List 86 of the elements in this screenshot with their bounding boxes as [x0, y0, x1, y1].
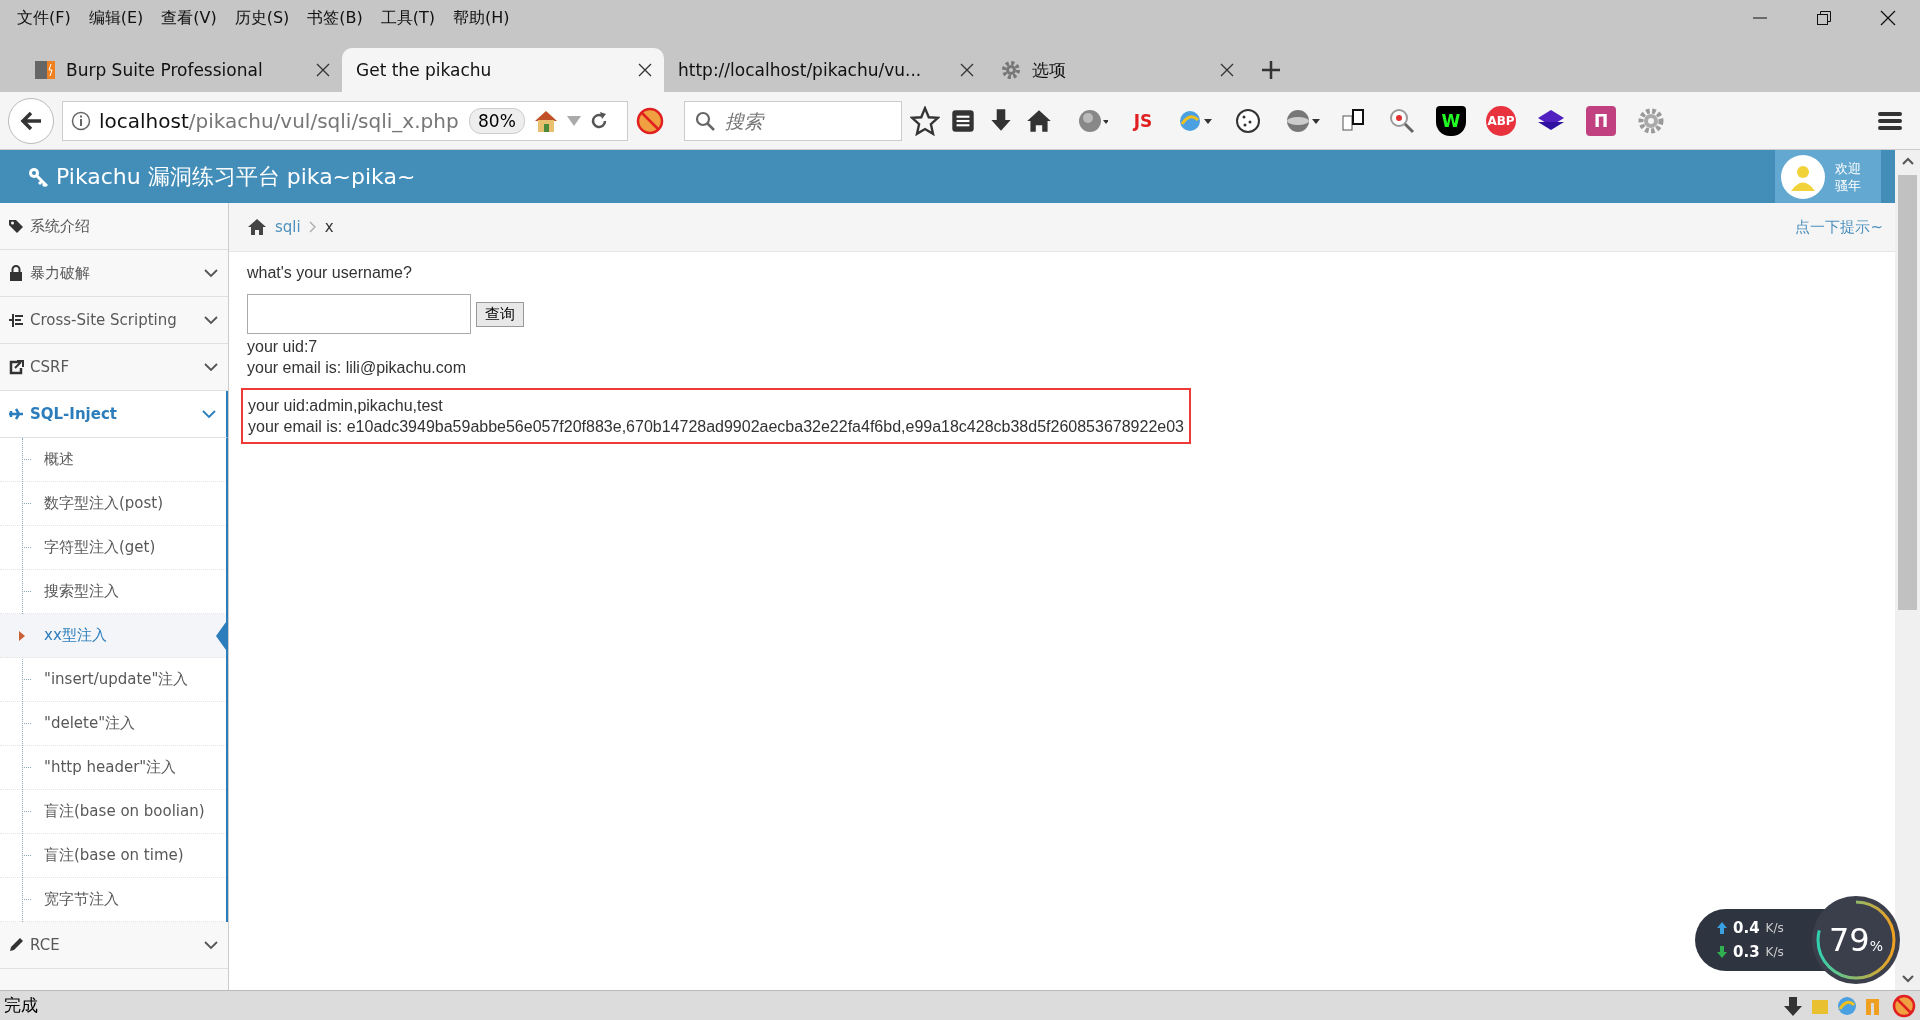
info-icon[interactable]: [71, 110, 91, 131]
search-input[interactable]: 搜索: [723, 108, 883, 133]
browser-tab[interactable]: 选项: [986, 48, 1246, 92]
share-icon: [8, 359, 24, 375]
chevron-down-icon[interactable]: [204, 268, 218, 278]
submenu-item[interactable]: "insert/update"注入: [0, 658, 226, 702]
submenu-item[interactable]: "delete"注入: [0, 702, 226, 746]
chevron-down-icon[interactable]: [202, 409, 216, 419]
shield-badge[interactable]: W: [1436, 105, 1466, 136]
usage-percent: 79: [1829, 921, 1870, 959]
browser-tab[interactable]: Get the pikachu: [342, 48, 664, 92]
js-badge[interactable]: JS: [1128, 105, 1158, 136]
bookmark-star-icon[interactable]: [910, 105, 940, 136]
gear-icon: [1000, 59, 1022, 81]
pencil-icon: [8, 937, 24, 953]
blocked-script-icon[interactable]: [636, 106, 664, 135]
close-icon[interactable]: [1220, 63, 1234, 77]
sitemap-icon: [8, 312, 24, 328]
chevron-down-icon[interactable]: [204, 315, 218, 325]
query-button[interactable]: 查询: [476, 301, 524, 327]
menu-item[interactable]: 文件(F): [8, 7, 80, 29]
home-icon[interactable]: [247, 218, 267, 236]
burp-icon: [34, 59, 56, 81]
search-field[interactable]: 搜索: [684, 100, 902, 141]
breadcrumb-current: x: [324, 218, 334, 236]
download-speed: 0.3: [1733, 943, 1760, 961]
close-icon: [1880, 10, 1896, 26]
submenu-item[interactable]: 数字型注入(post): [0, 482, 226, 526]
back-arrow-icon: [20, 110, 42, 131]
submenu-item[interactable]: 盲注(base on boolian): [0, 790, 226, 834]
result-line: your email is: e10adc3949ba59abbe56e057f20f883e,670b14728ad9902aecba32e22fa4f6bd,e99a18c428cb38d5f260853678922e03: [248, 417, 1184, 437]
upload-speed: 0.4: [1733, 919, 1760, 937]
chevron-down-icon[interactable]: [204, 362, 218, 372]
close-icon[interactable]: [316, 63, 330, 77]
restore-icon: [1817, 11, 1831, 25]
chevron-right-icon: [308, 221, 317, 233]
adblock-badge[interactable]: ABP: [1486, 105, 1516, 136]
menu-icon[interactable]: [1878, 109, 1902, 132]
status-text: 完成: [4, 994, 38, 1017]
menu-item[interactable]: 工具(T): [371, 7, 445, 29]
extension-badge[interactable]: П: [1586, 105, 1616, 136]
menu-item[interactable]: 帮助(H): [444, 7, 519, 29]
percent-sign: %: [1869, 938, 1883, 954]
submenu-item[interactable]: 字符型注入(get): [0, 526, 226, 570]
plus-icon: [1262, 61, 1280, 79]
search-icon: [695, 110, 715, 131]
back-button[interactable]: [8, 97, 54, 144]
question-text: what's your username?: [247, 263, 413, 283]
result-line: your uid:7: [247, 337, 318, 357]
user-name: 骚年: [1835, 176, 1861, 194]
upload-arrow-icon: [1717, 922, 1727, 934]
blocked-script-icon[interactable]: [1892, 993, 1916, 1018]
close-icon[interactable]: [960, 63, 974, 77]
menu-item[interactable]: 历史(S): [225, 7, 299, 29]
plane-icon: [8, 406, 24, 422]
browser-tab[interactable]: http://localhost/pikachu/vu...: [664, 48, 986, 92]
username-field[interactable]: [247, 294, 471, 334]
submenu-item[interactable]: xx型注入: [0, 614, 226, 658]
result-line: your uid:admin,pikachu,test: [248, 396, 443, 416]
scroll-down-icon[interactable]: [1901, 975, 1914, 983]
browser-tab[interactable]: Burp Suite Professional: [20, 48, 342, 92]
menu-item[interactable]: 书签(B): [298, 7, 372, 29]
scrollbar-thumb[interactable]: [1898, 175, 1917, 610]
key-icon: [28, 166, 48, 187]
lock-icon: [8, 265, 24, 281]
download-arrow-icon: [1717, 946, 1727, 958]
submenu-item[interactable]: 盲注(base on time): [0, 834, 226, 878]
tag-icon: [8, 218, 24, 234]
address-bar[interactable]: localhost/pikachu/vul/sqli/sqli_x.php 80%: [62, 100, 628, 141]
zoom-level[interactable]: 80%: [469, 107, 525, 134]
submenu-item[interactable]: "http header"注入: [0, 746, 226, 790]
site-title: Pikachu 漏洞练习平台 pika~pika~: [56, 162, 416, 191]
chevron-down-icon[interactable]: [204, 940, 218, 950]
scrollbar[interactable]: [1895, 150, 1920, 990]
close-icon[interactable]: [638, 63, 652, 77]
menu-item[interactable]: 编辑(E): [79, 7, 153, 29]
speed-unit: K/s: [1765, 921, 1784, 935]
sidebar-item[interactable]: SQL-Inject: [0, 391, 228, 438]
greeting-text: 欢迎: [1835, 159, 1861, 177]
scroll-up-icon[interactable]: [1901, 157, 1914, 165]
result-line: your email is: lili@pikachu.com: [247, 358, 466, 378]
menu-item[interactable]: 查看(V): [152, 7, 226, 29]
url-text: localhost/pikachu/vul/sqli/sqli_x.php: [99, 108, 460, 133]
submenu-item[interactable]: 概述: [0, 438, 226, 482]
speed-unit: K/s: [1765, 945, 1784, 959]
download-icon[interactable]: [1782, 994, 1804, 1017]
